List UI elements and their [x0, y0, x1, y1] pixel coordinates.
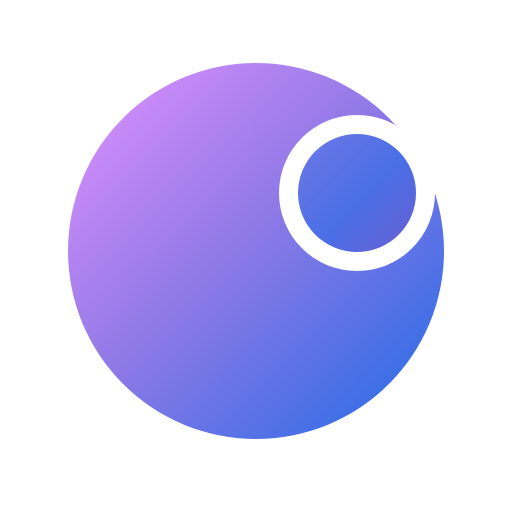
logo-canvas: [0, 0, 512, 512]
inner-orb: [298, 134, 416, 252]
orb-logo-icon: [68, 63, 444, 439]
